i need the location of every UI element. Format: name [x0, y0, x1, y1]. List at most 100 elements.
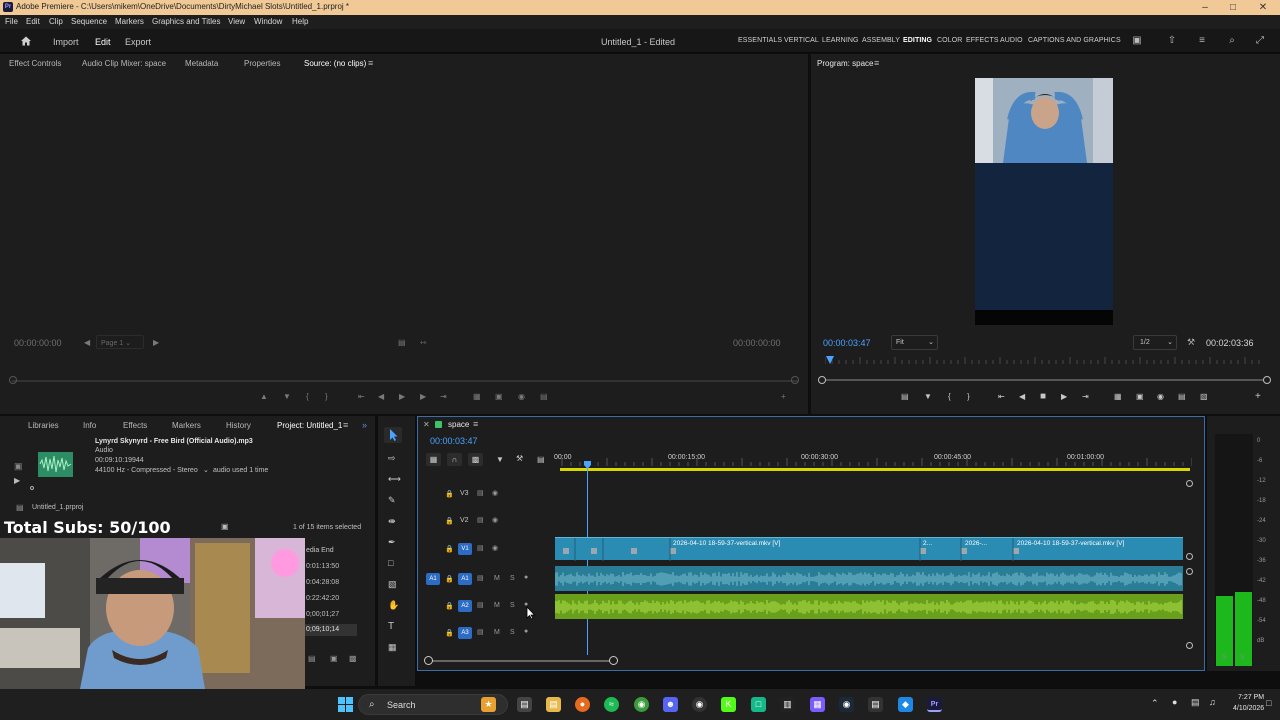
workspace-vertical[interactable]: VERTICAL	[784, 37, 819, 44]
tab-markers[interactable]: Markers	[172, 421, 201, 430]
program-step-back-icon[interactable]: ◀	[1019, 392, 1025, 401]
lock-icon[interactable]: 🔒	[445, 490, 454, 498]
lock-icon[interactable]: 🔒	[445, 517, 454, 525]
sync-lock-icon[interactable]: ▤	[477, 628, 484, 636]
mute-button[interactable]: M	[494, 629, 500, 636]
workspace-effects[interactable]: EFFECTS	[966, 37, 999, 44]
menu-icon[interactable]: ≡	[1196, 35, 1208, 47]
spotify-icon[interactable]: ≈	[604, 697, 619, 712]
chrome-icon[interactable]: ◉	[634, 697, 649, 712]
pen-tool-icon[interactable]: ✒	[388, 537, 396, 548]
obs-icon[interactable]: ◉	[692, 697, 707, 712]
panel-menu-icon[interactable]: ≡	[368, 58, 373, 68]
go-to-in-icon[interactable]: ⇤	[358, 392, 365, 401]
source-marker-icon[interactable]: ▲	[260, 392, 268, 401]
vertical-scroll-mid[interactable]	[1186, 553, 1193, 560]
capcut-icon[interactable]: ▥	[780, 697, 795, 712]
menu-sequence[interactable]: Sequence	[71, 17, 107, 26]
menu-view[interactable]: View	[228, 17, 245, 26]
source-expand-icon[interactable]: ⇿	[420, 338, 427, 347]
stop-icon[interactable]: ■	[1040, 391, 1046, 402]
close-icon[interactable]: ✕	[1248, 0, 1278, 15]
search-highlight-icon[interactable]: ★	[481, 697, 496, 712]
menu-edit[interactable]: Edit	[26, 17, 40, 26]
next-page-icon[interactable]: ▶	[153, 338, 159, 347]
mute-button[interactable]: M	[494, 602, 500, 609]
tab-libraries[interactable]: Libraries	[28, 421, 59, 430]
trash-icon[interactable]: ▩	[349, 654, 357, 663]
tab-project[interactable]: Project: Untitled_1	[277, 421, 342, 430]
thumbnail-play-icon[interactable]: ▶	[14, 476, 20, 485]
terminal-app-icon[interactable]: ▤	[868, 697, 883, 712]
menu-clip[interactable]: Clip	[49, 17, 63, 26]
grid-app-icon[interactable]: ▦	[810, 697, 825, 712]
insert-nest-icon[interactable]: ▦	[426, 453, 441, 466]
steam-icon[interactable]: ◉	[839, 697, 854, 712]
sync-lock-icon[interactable]: ▤	[477, 574, 484, 582]
step-forward-icon[interactable]: ▶	[420, 392, 426, 401]
track-target-a1[interactable]: A1	[458, 573, 472, 585]
workspace-assembly[interactable]: ASSEMBLY	[862, 37, 900, 44]
page-dropdown[interactable]: Page 1 ⌄	[96, 335, 144, 349]
sequence-tab[interactable]: space	[448, 420, 469, 429]
minimize-icon[interactable]: –	[1190, 0, 1220, 15]
track-label[interactable]: V2	[460, 517, 469, 524]
sync-lock-icon[interactable]: ▤	[477, 601, 484, 609]
program-mark-in-icon[interactable]: {	[948, 392, 951, 401]
menu-help[interactable]: Help	[292, 17, 308, 26]
program-scrub-end[interactable]	[1263, 376, 1271, 384]
rectangle-tool-icon[interactable]: □	[388, 558, 393, 568]
program-tab[interactable]: Program: space	[817, 59, 873, 68]
close-sequence-icon[interactable]: ✕	[423, 420, 430, 429]
chevron-down-icon[interactable]: ⌄	[203, 466, 209, 474]
microphone-tray-icon[interactable]: ●	[1172, 697, 1177, 707]
extract-icon[interactable]: ▣	[1136, 392, 1144, 401]
linked-selection-icon[interactable]: ▩	[468, 453, 483, 466]
vertical-scroll-top[interactable]	[1186, 480, 1193, 487]
menu-graphics-and-titles[interactable]: Graphics and Titles	[152, 17, 220, 26]
resolution-dropdown[interactable]: 1/2 ⌄	[1133, 335, 1177, 350]
eye-icon[interactable]: ◉	[492, 516, 498, 524]
edge-app-icon[interactable]: ◆	[898, 697, 913, 712]
solo-button[interactable]: S	[510, 629, 515, 636]
solo-left-button[interactable]: S	[1222, 654, 1227, 661]
vertical-scroll-bottom[interactable]	[1186, 642, 1193, 649]
ripple-edit-tool-icon[interactable]: ⟷	[388, 474, 401, 485]
program-scrub-bar[interactable]	[822, 379, 1268, 381]
snap-icon[interactable]: ∩	[447, 453, 462, 466]
tab-effect-controls[interactable]: Effect Controls	[9, 59, 61, 68]
program-timecode[interactable]: 00:00:03:47	[823, 338, 871, 348]
razor-tool-icon[interactable]: ✎	[388, 495, 396, 506]
source-extra-icon[interactable]: ▤	[540, 392, 548, 401]
source-scrub-end[interactable]	[791, 376, 799, 384]
panel-layout-icon[interactable]: ▣	[1131, 35, 1143, 47]
search-bin-icon[interactable]: ▣	[330, 654, 338, 663]
slip-tool-icon[interactable]: ⇼	[388, 516, 396, 527]
wrench-icon[interactable]: ⚒	[1187, 337, 1195, 348]
tab-metadata[interactable]: Metadata	[185, 59, 218, 68]
sequence-menu-icon[interactable]: ≡	[473, 419, 478, 429]
menu-file[interactable]: File	[5, 17, 18, 26]
lift-icon[interactable]: ▦	[1114, 392, 1122, 401]
audio-clip-track-a1[interactable]	[554, 566, 1183, 591]
source-timecode-right[interactable]: 00:00:00:00	[733, 338, 781, 348]
track-select-tool-icon[interactable]: ⇨	[388, 453, 396, 464]
zoom-dropdown[interactable]: Fit ⌄	[891, 335, 938, 350]
microphone-icon[interactable]: ●	[524, 574, 528, 581]
add-marker-icon[interactable]: ▼	[924, 392, 932, 401]
more-panels-icon[interactable]: »	[362, 420, 367, 430]
workspace-color[interactable]: COLOR	[937, 37, 962, 44]
menu-markers[interactable]: Markers	[115, 17, 144, 26]
add-marker-timeline-icon[interactable]: ▼	[496, 455, 504, 464]
program-go-to-out-icon[interactable]: ⇥	[1082, 392, 1089, 401]
type-tool-icon[interactable]: T	[388, 621, 394, 632]
captions-tool-icon[interactable]: ▦	[388, 642, 397, 653]
sync-lock-icon[interactable]: ▤	[477, 489, 484, 497]
maximize-icon[interactable]: □	[1218, 0, 1248, 15]
source-add-button-icon[interactable]: +	[781, 392, 786, 401]
microphone-icon[interactable]: ●	[524, 628, 528, 635]
network-icon[interactable]: ▤	[1191, 697, 1200, 708]
workspace-captions-and-graphics[interactable]: CAPTIONS AND GRAPHICS	[1028, 37, 1121, 44]
menu-window[interactable]: Window	[254, 17, 282, 26]
source-timecode-left[interactable]: 00:00:00:00	[14, 338, 62, 348]
